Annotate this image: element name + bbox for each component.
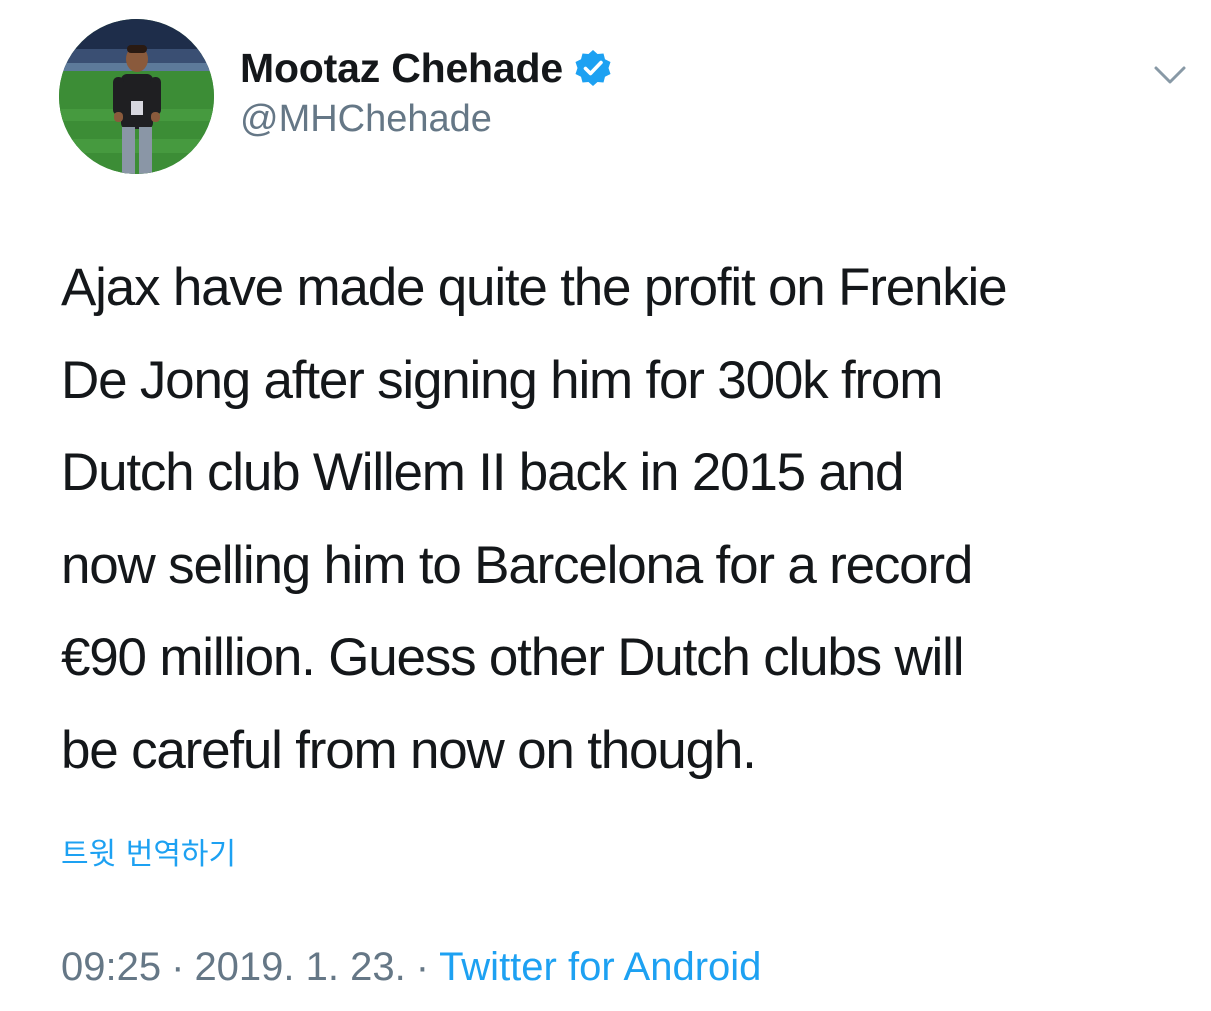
tweet-time[interactable]: 09:25	[61, 945, 161, 990]
tweet-text: Ajax have made quite the profit on Frenk…	[61, 242, 1191, 797]
tweet-date[interactable]: 2019. 1. 23.	[194, 945, 405, 990]
tweet-text-line: €90 million. Guess other Dutch clubs wil…	[61, 628, 964, 687]
tweet-source-link[interactable]: Twitter for Android	[439, 945, 761, 990]
tweet-text-line: Ajax have made quite the profit on Frenk…	[61, 258, 1008, 317]
author-handle[interactable]: @MHChehade	[240, 98, 492, 141]
tweet-text-line: Dutch club Willem II back in 2015 and	[61, 443, 905, 502]
translate-tweet-link[interactable]: 트윗 번역하기	[61, 829, 236, 873]
tweet-metadata: 09:25 · 2019. 1. 23. · Twitter for Andro…	[61, 945, 761, 990]
tweet-text-line: now selling him to Barcelona for a recor…	[61, 535, 973, 595]
verified-badge-icon	[573, 48, 613, 88]
tweet: Mootaz Chehade @MHChehade Ajax have made…	[0, 0, 1211, 1011]
chevron-down-icon[interactable]	[1150, 60, 1190, 90]
meta-separator: ·	[171, 945, 185, 989]
tweet-text-line: be careful from now on though.	[61, 720, 757, 780]
author-display-name[interactable]: Mootaz Chehade	[240, 45, 563, 92]
author-name-row[interactable]: Mootaz Chehade	[240, 40, 613, 96]
avatar[interactable]	[59, 19, 214, 174]
avatar-image	[59, 19, 214, 174]
tweet-text-line: De Jong after signing him for 300k from	[61, 350, 943, 410]
meta-separator: ·	[415, 945, 430, 989]
